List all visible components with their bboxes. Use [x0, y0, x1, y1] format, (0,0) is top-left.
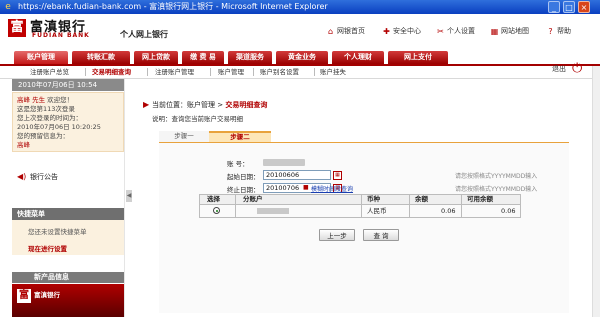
nav-tab-gold[interactable]: 黄金业务 [276, 51, 328, 64]
account-label: 账 号： [227, 160, 249, 168]
grid-col-divider [409, 194, 410, 218]
close-button[interactable]: × [578, 1, 590, 13]
query-button[interactable]: 查 询 [363, 229, 399, 241]
speaker-icon: ◀) [17, 172, 27, 181]
sub-account-masked [257, 208, 289, 214]
subnav-alias-settings[interactable]: 账户别名设置 [260, 66, 299, 78]
start-date-hint: 请您按照格式YYYYMMDD输入 [455, 173, 538, 180]
logout-link[interactable]: 退出 [552, 64, 566, 74]
nav-tab-transfer[interactable]: 转账汇款 [72, 51, 130, 64]
user-name: 高峰 先生 [17, 96, 46, 104]
home-icon: ⌂ [327, 27, 334, 36]
start-date-input[interactable] [263, 170, 331, 180]
help-icon: ? [548, 27, 553, 36]
top-link-sitemap[interactable]: ▦ 网站地图 [490, 25, 529, 37]
sitemap-icon: ▦ [490, 27, 499, 36]
start-calendar-icon[interactable]: ▦ [333, 171, 342, 180]
last-login-label: 您上次登录的时间为： [17, 114, 82, 122]
breadcrumb: 当前位置：账户管理 > 交易明细查询 [152, 101, 268, 109]
welcome-box: 高峰 先生 欢迎您！ 这是您第113次登录 您上次登录的时间为： 2010年07… [12, 92, 124, 152]
grid-col-divider [235, 194, 236, 218]
account-select-radio[interactable] [213, 207, 220, 214]
window-titlebar: e https://ebank.fudian-bank.com - 富滇银行网上… [0, 0, 600, 14]
main-content: ▶ 当前位置：账户管理 > 交易明细查询 说明：查询您当前账户交易明细 步骤一 … [135, 79, 600, 317]
subnav-divider [253, 68, 254, 76]
bank-logo-icon: 富 [8, 19, 26, 37]
account-value-masked [263, 159, 305, 166]
window-title: https://ebank.fudian-bank.com - 富滇银行网上银行… [18, 2, 328, 11]
tools-icon: ✂ [437, 27, 444, 36]
bank-notice-link[interactable]: ◀) 银行公告 [12, 171, 124, 183]
col-header-sub-account: 分账户 [243, 195, 263, 203]
cell-available: 0.06 [501, 207, 516, 215]
quick-menu-setup-link[interactable]: 现在进行设置 [28, 243, 67, 253]
subnav-account-register[interactable]: 注册账户管理 [155, 66, 194, 78]
promo-text: 富滇银行 [34, 291, 60, 299]
nav-tab-account[interactable]: 账户管理 [14, 51, 68, 64]
welcome-greeting: 欢迎您！ [45, 96, 74, 104]
subnav-divider [210, 68, 211, 76]
site-name: 个人网上银行 [120, 30, 168, 39]
bank-logo-en: FUDIAN BANK [32, 32, 90, 39]
last-login-time: 2010年07月06日 10:20:25 [17, 123, 101, 131]
minimize-button[interactable]: _ [548, 1, 560, 13]
step-one-tab: 步骤一 [159, 131, 209, 142]
top-link-security[interactable]: ✚ 安全中心 [382, 25, 421, 37]
col-header-available: 可用余额 [467, 195, 493, 203]
promo-logo-icon: 富 [17, 289, 31, 303]
nav-tab-online-pay[interactable]: 网上支付 [388, 51, 448, 64]
nav-tab-payment[interactable]: 缴 费 易 [182, 51, 224, 64]
top-link-settings[interactable]: ✂ 个人设置 [436, 25, 475, 37]
breadcrumb-current: 交易明细查询 [225, 101, 268, 109]
reserved-info-value: 高峰 [17, 141, 30, 149]
subnav-divider [314, 68, 315, 76]
login-date: 2010年07月06日 10:54 [12, 79, 124, 91]
sidebar: 2010年07月06日 10:54 高峰 先生 欢迎您！ 这是您第113次登录 … [12, 79, 125, 317]
grid-row-divider [199, 204, 521, 205]
instruction-text: 说明：查询您当前账户交易明细 [152, 115, 243, 123]
step-two-tab: 步骤二 [209, 131, 271, 142]
prev-step-button[interactable]: 上一步 [319, 229, 355, 241]
cell-currency: 人民币 [367, 207, 387, 215]
new-products-header: 新产品信息 [12, 272, 124, 283]
vertical-scrollbar[interactable] [592, 66, 600, 317]
grid-col-divider [361, 194, 362, 218]
quick-menu-header: 快捷菜单 [12, 208, 124, 220]
end-date-hint: 请您按照格式YYYYMMDD输入 [455, 186, 538, 193]
subnav-divider [85, 68, 86, 76]
nav-tab-finance[interactable]: 个人理财 [332, 51, 384, 64]
col-header-select: 选择 [207, 195, 220, 203]
nav-tab-loan[interactable]: 网上贷款 [134, 51, 178, 64]
fuzzy-date-query-link[interactable]: 模糊时间段查询 [311, 184, 353, 193]
breadcrumb-arrow-icon: ▶ [143, 100, 150, 109]
subnav-transaction-query[interactable]: 交易明细查询 [92, 66, 131, 78]
subnav-account-overview[interactable]: 注册账户总览 [30, 66, 69, 78]
top-links: ⌂ 网银首页 ✚ 安全中心 ✂ 个人设置 ▦ 网站地图 ? 帮助 [320, 25, 595, 37]
sub-nav: 注册账户总览 交易明细查询 注册账户管理 账户管理 账户别名设置 账户挂失 [0, 66, 600, 79]
sidebar-toggle[interactable]: ◀ [126, 190, 132, 202]
logout-icon[interactable]: ⏻ [572, 61, 582, 76]
col-header-currency: 币种 [367, 195, 380, 203]
quick-menu-empty-text: 您还未设置快捷菜单 [28, 228, 87, 236]
login-count: 这是您第113次登录 [17, 105, 75, 113]
nav-tab-channel[interactable]: 渠道服务 [228, 51, 272, 64]
shield-icon: ✚ [383, 27, 390, 36]
query-panel [159, 143, 569, 313]
ie-icon: e [5, 2, 11, 12]
end-date-label: 终止日期： [227, 186, 260, 194]
main-nav: 账户管理 转账汇款 网上贷款 缴 费 易 渠道服务 黄金业务 个人理财 网上支付 [0, 50, 600, 66]
cell-balance: 0.06 [441, 207, 456, 215]
reserved-info-label: 您的预留信息为： [17, 132, 69, 140]
maximize-button[interactable]: □ [563, 1, 575, 13]
subnav-report-loss[interactable]: 账户挂失 [320, 66, 346, 78]
top-link-help[interactable]: ? 帮助 [546, 25, 571, 37]
start-date-label: 起始日期： [227, 173, 260, 181]
subnav-account-manage[interactable]: 账户管理 [218, 66, 244, 78]
col-header-balance: 余额 [415, 195, 428, 203]
help-link-icon: ■ [303, 184, 309, 191]
subnav-divider [147, 68, 148, 76]
grid-col-divider [461, 194, 462, 218]
top-link-home[interactable]: ⌂ 网银首页 [326, 25, 365, 37]
